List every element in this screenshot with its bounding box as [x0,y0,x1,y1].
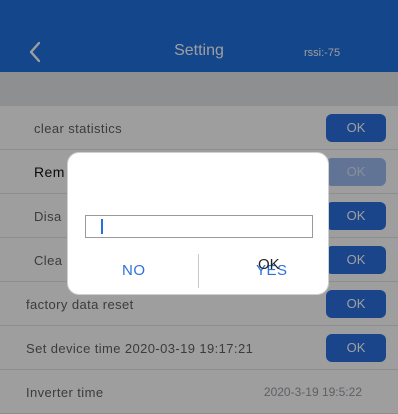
no-button[interactable]: NO [122,262,146,279]
text-cursor [101,219,103,234]
app-screen: Setting rssi:-75 clear statistics OK Rem… [0,0,398,414]
ok-label-overlay: OK [258,256,280,273]
dialog-divider [198,254,199,288]
dialog-input[interactable] [85,215,313,238]
confirm-dialog: NO YES OK [67,152,329,295]
